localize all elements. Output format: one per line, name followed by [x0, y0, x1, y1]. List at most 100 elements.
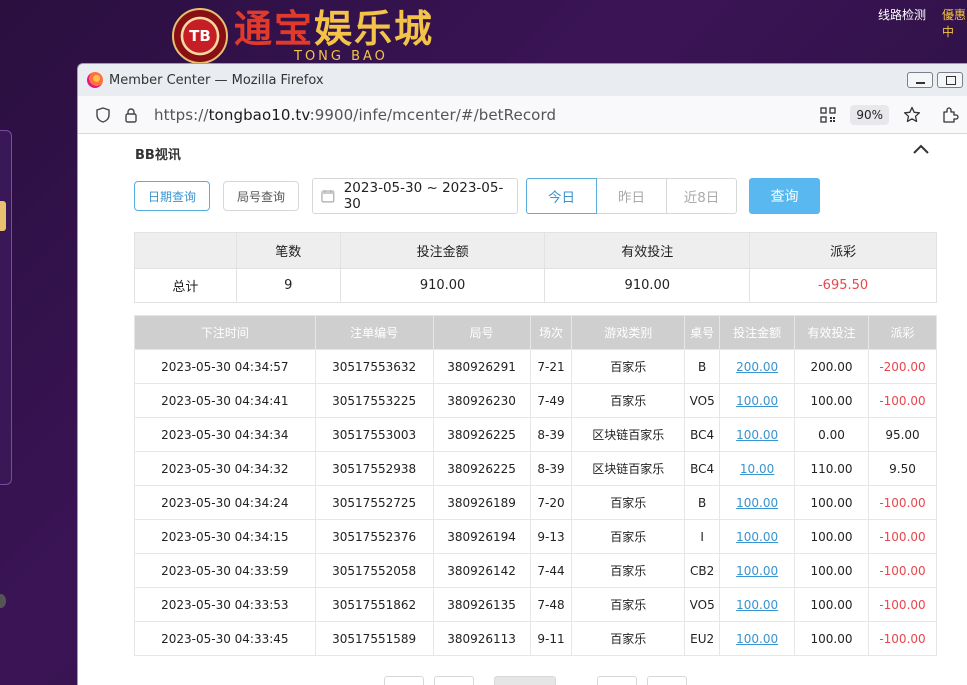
bet-amount[interactable]: 10.00	[719, 451, 796, 486]
calendar-icon	[321, 190, 335, 203]
round-id: 380926113	[432, 621, 531, 656]
bet-amount[interactable]: 100.00	[719, 621, 796, 656]
bet-amount[interactable]: 100.00	[719, 485, 796, 520]
zoom-level-button[interactable]: 90%	[850, 105, 889, 125]
quick-range-selector: 今日 昨日 近8日	[526, 178, 737, 214]
order-id: 30517552376	[314, 519, 434, 554]
shield-icon[interactable]	[96, 106, 110, 123]
bet-amount[interactable]: 200.00	[719, 349, 796, 384]
records-header-row: 下注时间 注单编号 局号 场次 游戏类别 桌号 投注金额 有效投注 派彩	[134, 315, 938, 350]
header-order-id: 注单编号	[314, 315, 434, 350]
table-row: 2023-05-30 04:33:45 30517551589 380926113 9…	[134, 621, 938, 656]
summary-row: 总计 9 910.00 910.00 -695.50	[134, 268, 937, 303]
bet-amount[interactable]: 100.00	[719, 587, 796, 622]
session: 8-39	[529, 451, 573, 486]
date-range-input[interactable]: 2023-05-30 ~ 2023-05-30	[312, 178, 518, 214]
query-button[interactable]: 查询	[749, 178, 820, 214]
chevron-up-icon[interactable]	[911, 142, 931, 156]
round-id: 380926189	[432, 485, 531, 520]
payout: -100.00	[867, 383, 938, 418]
window-controls	[907, 72, 963, 88]
round-id: 380926135	[432, 587, 531, 622]
summary-count: 9	[235, 268, 341, 303]
promo-link[interactable]: 優惠中	[942, 6, 967, 40]
order-id: 30517553003	[314, 417, 434, 452]
summary-payout: -695.50	[749, 268, 937, 303]
bet-time: 2023-05-30 04:34:15	[134, 519, 316, 554]
order-id: 30517553225	[314, 383, 434, 418]
summary-bet-amount: 910.00	[339, 268, 546, 303]
summary-header-blank	[134, 232, 237, 269]
game-type: 百家乐	[571, 349, 686, 384]
pager-next-button[interactable]	[597, 676, 637, 685]
extensions-icon[interactable]	[941, 106, 959, 124]
order-id: 30517552725	[314, 485, 434, 520]
title-bar: Member Center — Mozilla Firefox	[78, 64, 967, 96]
site-logo[interactable]: TB 通宝娱乐城 TONG BAO	[172, 8, 434, 64]
maximize-button[interactable]	[937, 72, 963, 88]
summary-label: 总计	[134, 268, 237, 303]
table-row: 2023-05-30 04:33:53 30517551862 380926135 7…	[134, 587, 938, 622]
range-yesterday-button[interactable]: 昨日	[596, 178, 667, 214]
bookmark-star-icon[interactable]	[903, 106, 921, 124]
bet-amount[interactable]: 100.00	[719, 417, 796, 452]
game-type: 区块链百家乐	[571, 417, 686, 452]
side-panel-tab[interactable]	[0, 201, 6, 231]
payout: -100.00	[867, 621, 938, 656]
pager-first-button[interactable]	[384, 676, 424, 685]
header-round-id: 局号	[432, 315, 531, 350]
bet-amount[interactable]: 100.00	[719, 553, 796, 588]
logo-cn-part2: 娱乐城	[314, 5, 435, 51]
header-valid-bet: 有效投注	[794, 315, 869, 350]
summary-valid-bet: 910.00	[544, 268, 751, 303]
firefox-icon	[87, 72, 103, 88]
date-range-value: 2023-05-30 ~ 2023-05-30	[343, 180, 504, 212]
table-no: EU2	[684, 621, 721, 656]
payout: -100.00	[867, 587, 938, 622]
summary-header-count: 笔数	[235, 232, 341, 269]
table-row: 2023-05-30 04:34:34 30517553003 380926225 8…	[134, 417, 938, 452]
bet-time: 2023-05-30 04:33:45	[134, 621, 316, 656]
game-type: 百家乐	[571, 485, 686, 520]
bet-time: 2023-05-30 04:33:59	[134, 553, 316, 588]
summary-table: 笔数 投注金额 有效投注 派彩 总计 9 910.00 910.00 -695.…	[134, 232, 937, 303]
records-body: 2023-05-30 04:34:57 30517553632 380926291 7…	[134, 349, 938, 656]
pager-current-page[interactable]	[494, 676, 556, 685]
bet-time: 2023-05-30 04:34:57	[134, 349, 316, 384]
site-side-panel[interactable]	[0, 130, 12, 485]
url-text[interactable]: https://tongbao10.tv:9900/infe/mcenter/#…	[154, 106, 556, 124]
valid-bet: 100.00	[794, 519, 869, 554]
pager-prev-button[interactable]	[434, 676, 474, 685]
round-id: 380926230	[432, 383, 531, 418]
line-check-link[interactable]: 线路检测	[878, 6, 926, 23]
game-type: 区块链百家乐	[571, 451, 686, 486]
range-today-button[interactable]: 今日	[526, 178, 597, 214]
payout: -100.00	[867, 519, 938, 554]
table-no: BC4	[684, 417, 721, 452]
game-type: 百家乐	[571, 383, 686, 418]
round-query-tab[interactable]: 局号查询	[223, 181, 299, 211]
page-content: BB视讯 日期查询 局号查询 2023-05-30 ~ 2023-05-30 今…	[78, 134, 967, 685]
address-bar-actions: 90%	[820, 96, 967, 134]
date-query-tab[interactable]: 日期查询	[134, 181, 210, 211]
session: 7-48	[529, 587, 573, 622]
table-row: 2023-05-30 04:33:59 30517552058 380926142 7…	[134, 553, 938, 588]
range-8days-button[interactable]: 近8日	[666, 178, 737, 214]
table-row: 2023-05-30 04:34:24 30517552725 380926189 7…	[134, 485, 938, 520]
pager-last-button[interactable]	[647, 676, 687, 685]
logo-cn-part1: 通宝	[234, 5, 315, 51]
section-title: BB视讯	[135, 148, 181, 163]
valid-bet: 200.00	[794, 349, 869, 384]
bet-amount[interactable]: 100.00	[719, 383, 796, 418]
bet-time: 2023-05-30 04:34:34	[134, 417, 316, 452]
qr-code-icon[interactable]	[820, 107, 836, 123]
table-no: B	[684, 349, 721, 384]
lock-icon[interactable]	[124, 107, 138, 123]
round-id: 380926225	[432, 451, 531, 486]
minimize-button[interactable]	[907, 72, 933, 88]
table-no: I	[684, 519, 721, 554]
logo-badge: TB	[172, 8, 228, 64]
address-bar[interactable]: https://tongbao10.tv:9900/infe/mcenter/#…	[78, 96, 967, 134]
bet-amount[interactable]: 100.00	[719, 519, 796, 554]
valid-bet: 100.00	[794, 485, 869, 520]
